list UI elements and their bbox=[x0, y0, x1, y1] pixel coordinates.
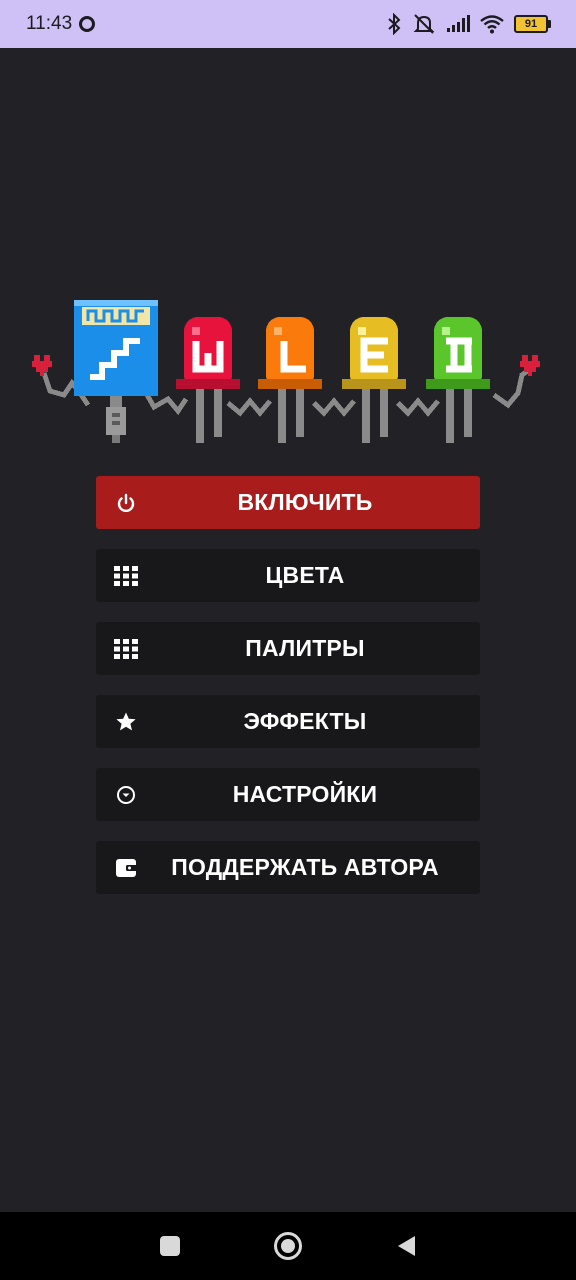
star-icon bbox=[114, 710, 138, 734]
microcontroller-icon bbox=[74, 300, 158, 443]
palettes-button[interactable]: ПАЛИТРЫ bbox=[96, 622, 480, 675]
led-d-icon bbox=[426, 317, 490, 443]
status-time: 11:43 bbox=[26, 13, 73, 34]
status-left: 11:43 bbox=[26, 13, 96, 35]
power-icon bbox=[114, 491, 138, 515]
bluetooth-icon bbox=[388, 13, 401, 35]
recents-icon[interactable] bbox=[159, 1235, 181, 1257]
chevron-circle-icon bbox=[114, 783, 138, 807]
system-nav-bar bbox=[0, 1212, 576, 1280]
palettes-label: ПАЛИТРЫ bbox=[245, 635, 365, 661]
heart-icon bbox=[32, 355, 52, 376]
settings-label: НАСТРОЙКИ bbox=[232, 781, 378, 807]
mute-icon bbox=[413, 14, 435, 34]
battery-icon: 91 bbox=[514, 15, 551, 33]
led-l-icon bbox=[258, 317, 322, 443]
grid-icon bbox=[114, 637, 138, 661]
colors-button[interactable]: ЦВЕТА bbox=[96, 549, 480, 602]
status-bar: 11:43 91 bbox=[0, 0, 576, 48]
power-on-button[interactable]: ВКЛЮЧИТЬ bbox=[96, 476, 480, 529]
led-e-icon bbox=[342, 317, 406, 443]
colors-label: ЦВЕТА bbox=[265, 562, 345, 588]
app-logo bbox=[32, 300, 540, 443]
signal-icon bbox=[447, 15, 470, 32]
support-author-label: ПОДДЕРЖАТЬ АВТОРА bbox=[171, 854, 439, 880]
home-icon[interactable] bbox=[273, 1231, 303, 1261]
effects-label: ЭФФЕКТЫ bbox=[243, 708, 367, 734]
wifi-icon bbox=[480, 15, 504, 34]
status-right: 91 bbox=[386, 13, 551, 35]
main-menu: ВКЛЮЧИТЬ ЦВЕТА ПАЛИТРЫ ЭФФЕКТЫ НАСТРОЙКИ… bbox=[96, 476, 480, 914]
wallet-icon bbox=[114, 856, 138, 880]
grid-icon bbox=[114, 564, 138, 588]
led-w-icon bbox=[176, 317, 240, 443]
support-author-button[interactable]: ПОДДЕРЖАТЬ АВТОРА bbox=[96, 841, 480, 894]
effects-button[interactable]: ЭФФЕКТЫ bbox=[96, 695, 480, 748]
power-on-label: ВКЛЮЧИТЬ bbox=[237, 489, 373, 515]
settings-button[interactable]: НАСТРОЙКИ bbox=[96, 768, 480, 821]
record-icon bbox=[79, 16, 96, 32]
back-icon[interactable] bbox=[395, 1234, 417, 1258]
